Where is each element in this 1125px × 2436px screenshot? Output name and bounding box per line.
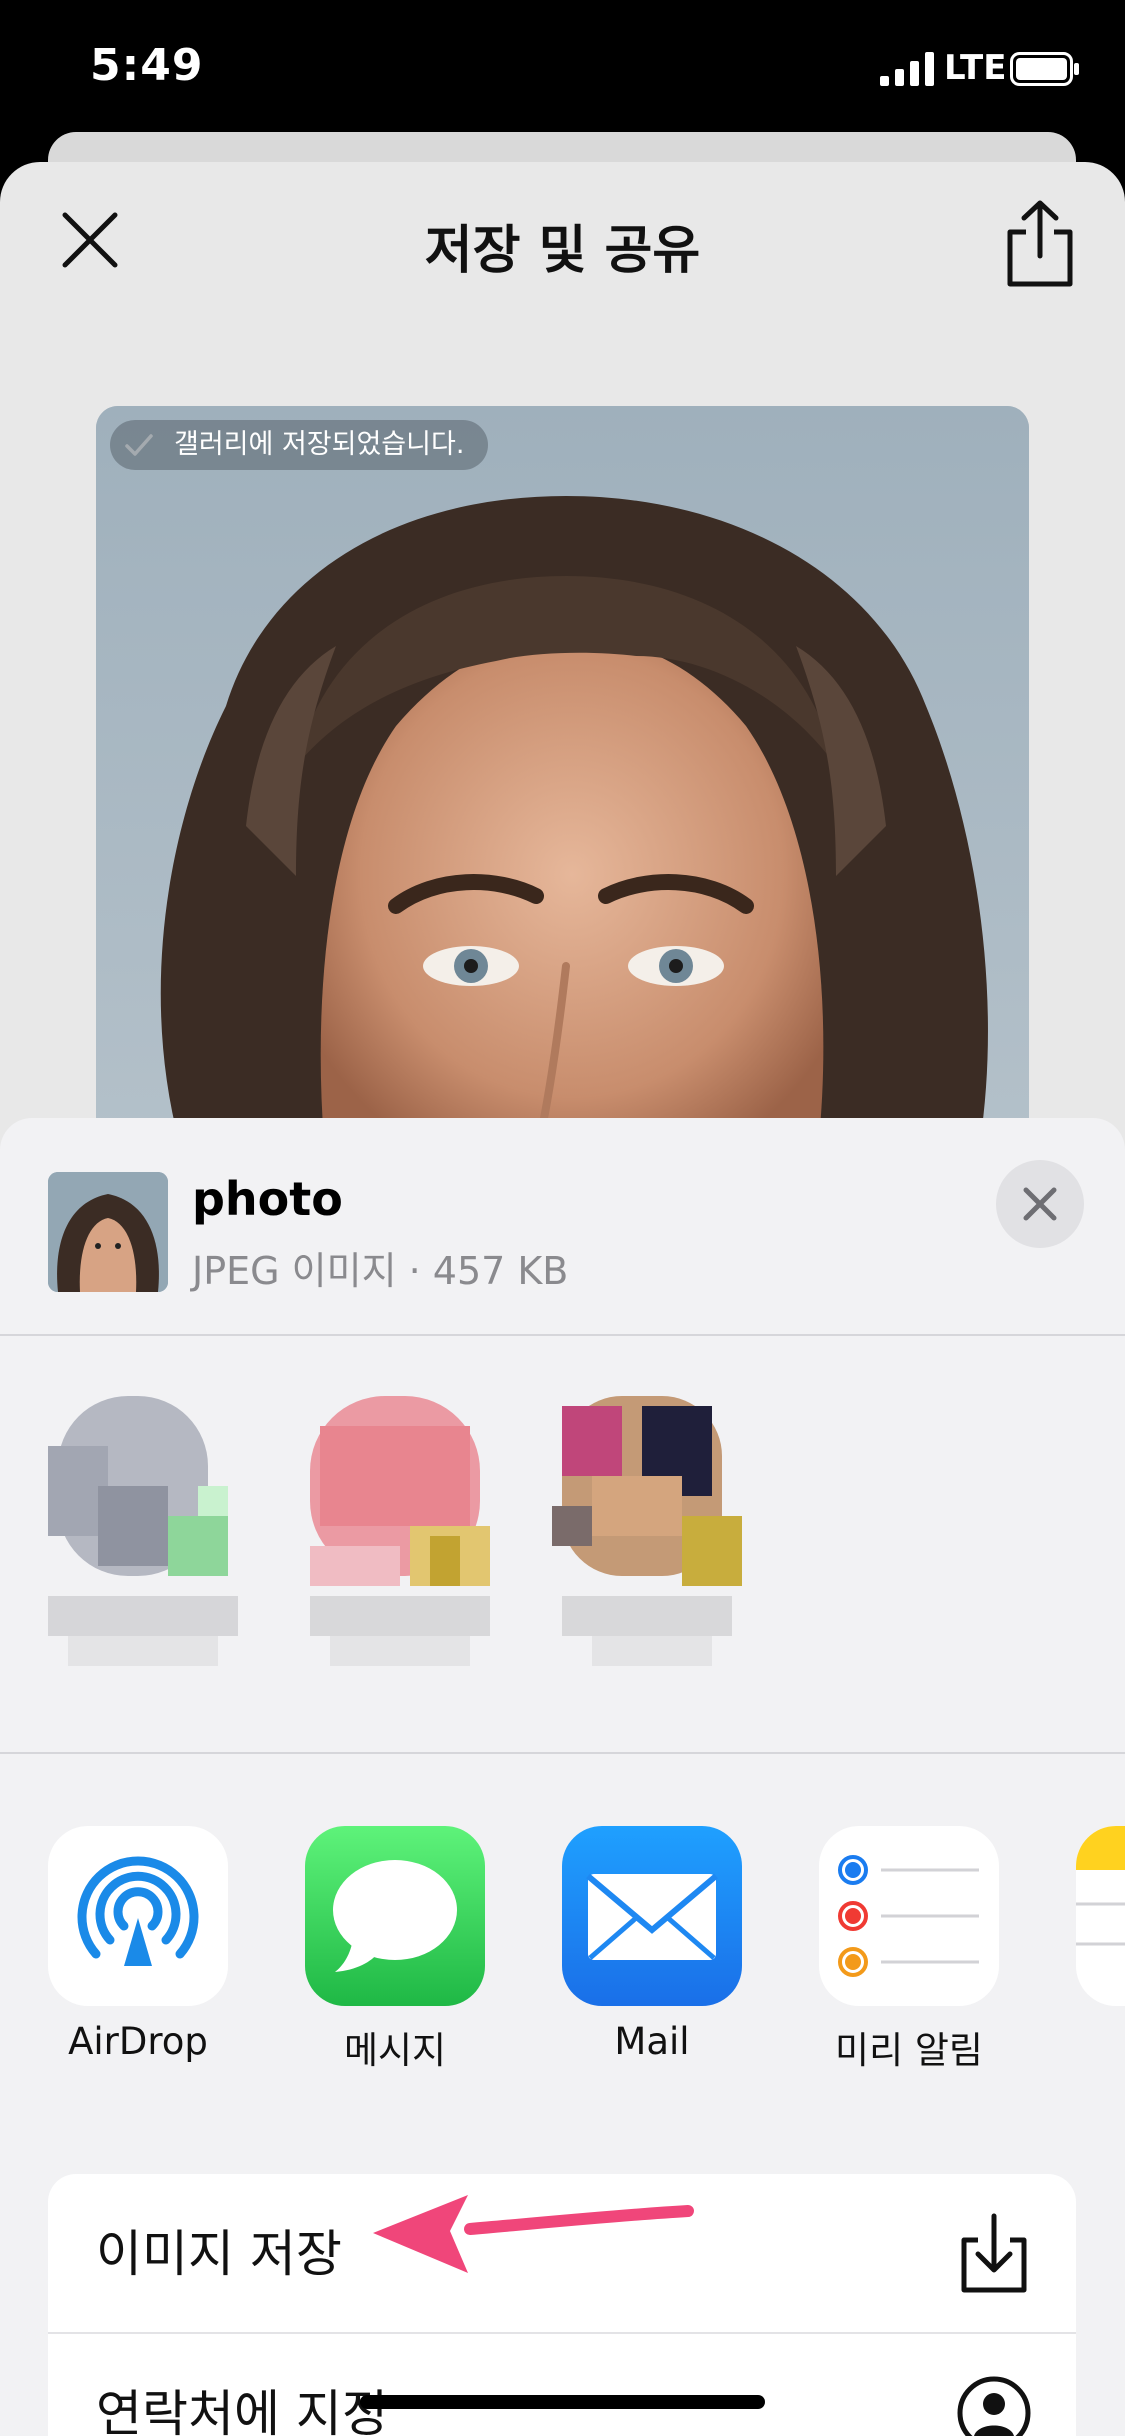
airdrop-icon xyxy=(77,1856,199,1966)
annotation-arrow xyxy=(373,2195,694,2273)
network-type: LTE xyxy=(944,48,1007,88)
airdrop-app[interactable] xyxy=(48,1826,228,2006)
home-indicator xyxy=(360,2395,765,2409)
app-label-mail: Mail xyxy=(614,2020,690,2063)
divider xyxy=(0,1334,1125,1336)
contact-suggestion[interactable] xyxy=(532,1386,772,1686)
status-time: 5:49 xyxy=(90,40,204,91)
notes-app[interactable] xyxy=(1076,1826,1125,2006)
reminders-icon xyxy=(838,1855,979,1977)
app-label-messages: 메시지 xyxy=(343,2029,447,2072)
signal-icon xyxy=(880,52,934,86)
battery-icon xyxy=(1010,52,1079,86)
share-icon[interactable] xyxy=(1000,198,1080,288)
download-icon xyxy=(961,2213,1027,2293)
notes-icon xyxy=(1076,1826,1125,1946)
reminders-app[interactable] xyxy=(819,1826,999,2006)
status-bar: 5:49 LTE xyxy=(0,0,1125,140)
saved-toast: 갤러리에 저장되었습니다. xyxy=(110,420,489,470)
contact-suggestion[interactable] xyxy=(28,1386,268,1686)
contact-icon xyxy=(957,2376,1031,2436)
file-thumbnail xyxy=(48,1172,168,1292)
assign-to-contact-action[interactable]: 연락처에 지정 xyxy=(48,2334,1076,2436)
file-meta: JPEG 이미지 · 457 KB xyxy=(192,1249,569,1293)
messages-icon xyxy=(333,1860,457,1972)
share-close-button[interactable] xyxy=(996,1160,1084,1248)
page-title: 저장 및 공유 xyxy=(424,221,701,281)
mail-icon xyxy=(586,1873,718,1960)
action-label: 이미지 저장 xyxy=(96,2225,342,2283)
contact-suggestion[interactable] xyxy=(280,1386,520,1686)
app-label-airdrop: AirDrop xyxy=(68,2020,208,2063)
messages-app[interactable] xyxy=(305,1826,485,2006)
file-name: photo xyxy=(192,1172,343,1226)
close-icon xyxy=(1023,1187,1057,1221)
photo-preview xyxy=(96,406,1029,1166)
mail-app[interactable] xyxy=(562,1826,742,2006)
divider xyxy=(0,1752,1125,1754)
app-label-reminders: 미리 알림 xyxy=(835,2029,983,2072)
action-label: 연락처에 지정 xyxy=(96,2385,388,2436)
